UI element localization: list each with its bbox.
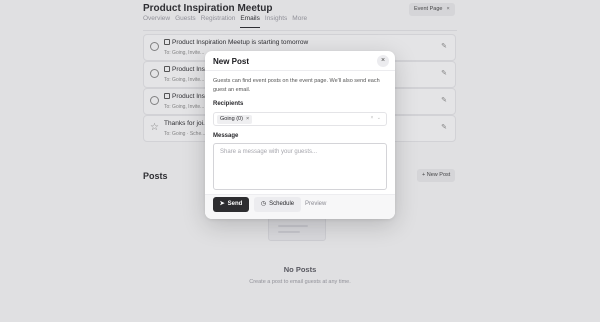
modal-title: New Post [213,57,250,66]
message-label: Message [213,133,239,139]
remove-chip-icon[interactable]: × [246,116,249,122]
schedule-button[interactable]: ◷ Schedule [254,197,301,212]
recipient-chip[interactable]: Going (0) × [217,115,253,124]
schedule-label: Schedule [269,201,295,207]
recipients-label: Recipients [213,101,244,107]
send-icon: ➤ [219,201,225,207]
modal-divider [205,70,395,71]
new-post-modal: New Post × Guests can find event posts o… [205,51,395,219]
recipient-chip-label: Going (0) [220,116,243,122]
dropdown-icon[interactable]: × ⌄ [371,115,383,121]
clock-icon: ◷ [260,201,267,207]
close-icon[interactable]: × [377,55,389,67]
recipients-input[interactable]: Going (0) × × ⌄ [213,112,387,126]
send-label: Send [227,201,243,207]
modal-description: Guests can find event posts on the event… [213,78,380,93]
preview-button[interactable]: Preview [305,197,326,212]
send-button[interactable]: ➤ Send [213,197,249,212]
message-input[interactable] [213,143,387,190]
